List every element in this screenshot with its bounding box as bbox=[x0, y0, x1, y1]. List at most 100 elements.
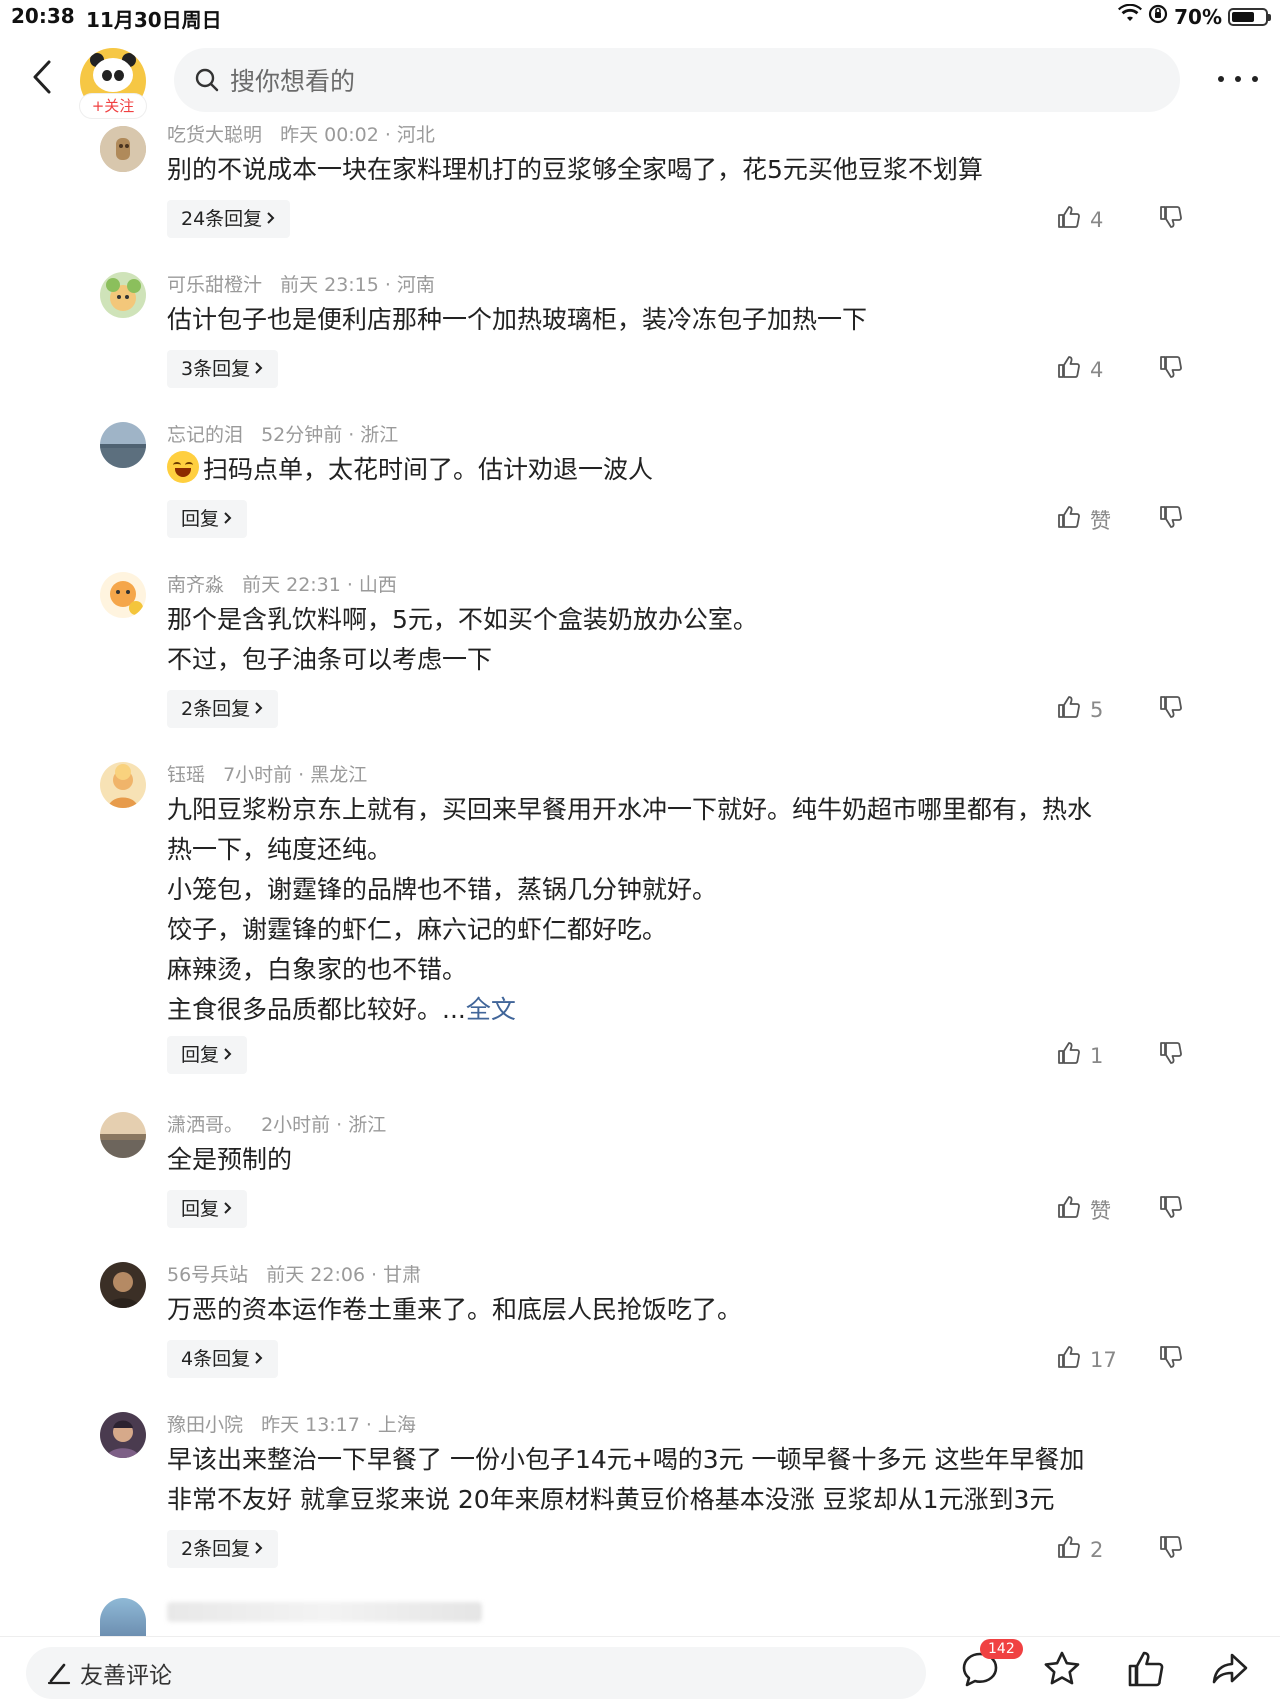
chevron-right-icon bbox=[254, 350, 264, 388]
favorite-button[interactable] bbox=[1040, 1649, 1084, 1693]
user-avatar[interactable] bbox=[100, 1112, 146, 1158]
thumbs-up-icon bbox=[1056, 354, 1082, 385]
comment-location: 上海 bbox=[377, 1414, 416, 1436]
like-button[interactable]: 5 bbox=[1056, 694, 1103, 725]
like-count: 17 bbox=[1090, 1347, 1117, 1372]
dislike-button[interactable] bbox=[1158, 354, 1184, 384]
share-button[interactable] bbox=[1208, 1649, 1252, 1693]
reply-label: 回复 bbox=[181, 1198, 220, 1220]
bottom-bar: 友善评论 142 bbox=[0, 1636, 1280, 1707]
dislike-button[interactable] bbox=[1158, 1194, 1184, 1224]
reply-label: 4条回复 bbox=[181, 1348, 251, 1370]
like-button[interactable]: 4 bbox=[1056, 354, 1103, 385]
follow-button[interactable]: +关注 bbox=[80, 94, 146, 118]
thumbs-down-icon bbox=[1158, 506, 1184, 534]
comment-meta: 56号兵站 前天 22:06 · 甘肃 bbox=[167, 1264, 422, 1286]
comment-text: 别的不说成本一块在家料理机打的豆浆够全家喝了，花5元买他豆浆不划算 bbox=[167, 150, 1187, 190]
reply-count-button[interactable]: 24条回复 bbox=[167, 200, 291, 238]
dislike-button[interactable] bbox=[1158, 1040, 1184, 1070]
comment-meta: 潇洒哥。 2小时前 · 浙江 bbox=[167, 1114, 387, 1136]
comment-meta: 吃货大聪明 昨天 00:02 · 河北 bbox=[167, 124, 435, 146]
like-button[interactable]: 赞 bbox=[1056, 504, 1111, 535]
user-avatar[interactable] bbox=[100, 762, 146, 808]
user-avatar[interactable] bbox=[100, 1412, 146, 1458]
thumbs-up-icon bbox=[1056, 694, 1082, 725]
comment-text: 估计包子也是便利店那种一个加热玻璃柜，装冷冻包子加热一下 bbox=[167, 300, 1187, 340]
comment-text: 全是预制的 bbox=[167, 1140, 1187, 1180]
comment-placeholder: 友善评论 bbox=[80, 1663, 172, 1689]
dislike-button[interactable] bbox=[1158, 504, 1184, 534]
blurred-comment-meta bbox=[167, 1602, 482, 1622]
comment-username[interactable]: 钰瑶 bbox=[167, 764, 205, 786]
search-icon bbox=[194, 67, 220, 93]
reply-label: 回复 bbox=[181, 508, 220, 530]
comment-text: 万恶的资本运作卷土重来了。和底层人民抢饭吃了。 bbox=[167, 1290, 1187, 1330]
comment-list: 吃货大聪明 昨天 00:02 · 河北 别的不说成本一块在家料理机打的豆浆够全家喝了… bbox=[0, 0, 1280, 1706]
comment-username[interactable]: 南齐淼 bbox=[167, 574, 224, 596]
comment-location: 山西 bbox=[358, 574, 397, 596]
like-button[interactable]: 17 bbox=[1056, 1344, 1117, 1375]
user-avatar[interactable] bbox=[100, 1262, 146, 1308]
thumbs-down-icon bbox=[1158, 1196, 1184, 1224]
thumbs-up-icon bbox=[1056, 1040, 1082, 1071]
like-button[interactable]: 赞 bbox=[1056, 1194, 1111, 1225]
comment-meta: 豫田小院 昨天 13:17 · 上海 bbox=[167, 1414, 416, 1436]
comment-location: 河北 bbox=[396, 124, 435, 146]
comment-text-line: 饺子，谢霆锋的虾仁，麻六记的虾仁都好吃。 bbox=[167, 915, 668, 944]
like-count: 5 bbox=[1090, 697, 1104, 722]
reply-label: 2条回复 bbox=[181, 1538, 251, 1560]
comment-username[interactable]: 豫田小院 bbox=[167, 1414, 243, 1436]
user-avatar[interactable] bbox=[100, 572, 146, 618]
user-avatar[interactable] bbox=[100, 126, 146, 172]
comment-username[interactable]: 潇洒哥。 bbox=[167, 1114, 243, 1136]
reply-button[interactable]: 回复 bbox=[167, 1190, 248, 1228]
user-avatar[interactable] bbox=[100, 272, 146, 318]
dislike-button[interactable] bbox=[1158, 204, 1184, 234]
reply-count-button[interactable]: 3条回复 bbox=[167, 350, 279, 388]
comment-text-line: 麻辣烫，白象家的也不错。 bbox=[167, 955, 468, 984]
thumbs-down-icon bbox=[1158, 696, 1184, 724]
thumbs-up-icon bbox=[1056, 504, 1082, 535]
search-input[interactable]: 搜你想看的 bbox=[174, 48, 1180, 112]
dislike-button[interactable] bbox=[1158, 1344, 1184, 1374]
dislike-button[interactable] bbox=[1158, 1534, 1184, 1564]
dislike-button[interactable] bbox=[1158, 694, 1184, 724]
reply-button[interactable]: 回复 bbox=[167, 500, 248, 538]
comment-time: 昨天 13:17 bbox=[261, 1414, 360, 1436]
like-count: 4 bbox=[1090, 207, 1104, 232]
comment-username[interactable]: 56号兵站 bbox=[167, 1264, 248, 1286]
like-label: 赞 bbox=[1090, 508, 1111, 533]
like-button[interactable]: 2 bbox=[1056, 1534, 1103, 1565]
chevron-right-icon bbox=[254, 1530, 264, 1568]
thumbs-up-icon bbox=[1056, 1194, 1082, 1225]
comment-time: 52分钟前 bbox=[261, 424, 343, 446]
chevron-right-icon bbox=[254, 1340, 264, 1378]
like-article-button[interactable] bbox=[1124, 1649, 1168, 1693]
back-button[interactable] bbox=[22, 54, 62, 104]
more-options-button[interactable] bbox=[1218, 64, 1258, 94]
laugh-cry-emoji-icon bbox=[167, 451, 199, 483]
comment-text-line: 主食很多品质都比较好。... bbox=[167, 995, 466, 1024]
comment-username[interactable]: 忘记的泪 bbox=[167, 424, 243, 446]
thumbs-up-icon bbox=[1056, 1534, 1082, 1565]
reply-count-button[interactable]: 4条回复 bbox=[167, 1340, 279, 1378]
comment-text-line: 扫码点单，太花时间了。估计劝退一波人 bbox=[203, 455, 654, 484]
user-avatar[interactable] bbox=[100, 422, 146, 468]
thumbs-up-icon bbox=[1126, 1649, 1166, 1693]
comment-username[interactable]: 吃货大聪明 bbox=[167, 124, 262, 146]
comment-text-line: 万恶的资本运作卷土重来了。和底层人民抢饭吃了。 bbox=[167, 1295, 743, 1324]
reply-count-button[interactable]: 2条回复 bbox=[167, 690, 279, 728]
reply-count-button[interactable]: 2条回复 bbox=[167, 1530, 279, 1568]
comment-username[interactable]: 可乐甜橙汁 bbox=[167, 274, 262, 296]
thumbs-down-icon bbox=[1158, 1042, 1184, 1070]
dot-icon bbox=[1218, 76, 1224, 82]
comment-text-line: 全是预制的 bbox=[167, 1145, 293, 1174]
reply-button[interactable]: 回复 bbox=[167, 1036, 248, 1074]
user-avatar[interactable] bbox=[100, 1598, 146, 1636]
like-button[interactable]: 4 bbox=[1056, 204, 1103, 235]
expand-fulltext-link[interactable]: 全文 bbox=[466, 995, 516, 1024]
like-button[interactable]: 1 bbox=[1056, 1040, 1103, 1071]
reply-label: 24条回复 bbox=[181, 208, 263, 230]
comment-text-line: 早该出来整治一下早餐了 一份小包子14元+喝的3元 一顿早餐十多元 这些年早餐加 bbox=[167, 1445, 1085, 1474]
comment-input[interactable]: 友善评论 bbox=[26, 1647, 926, 1699]
